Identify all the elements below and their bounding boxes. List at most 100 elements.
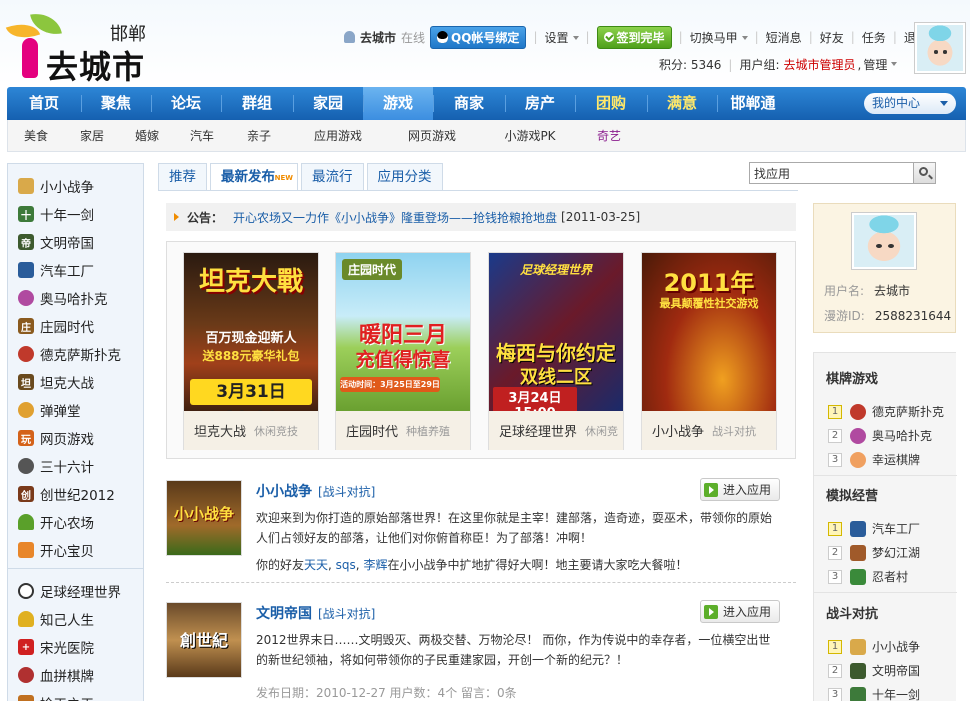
sidebar-item[interactable]: 开心农场 xyxy=(8,508,143,536)
nav-item-home[interactable]: 首页 xyxy=(7,87,81,120)
manage-menu[interactable]: 管理 xyxy=(863,56,898,73)
manor-icon: 庄 xyxy=(18,318,34,334)
messages-link[interactable]: 短消息 xyxy=(766,29,802,46)
app-thumbnail[interactable]: 小小战争 xyxy=(166,480,242,556)
friend-link[interactable]: 天天 xyxy=(304,558,328,572)
checked-in-button[interactable]: 签到完毕 xyxy=(596,25,672,49)
friend-link[interactable]: sqs xyxy=(336,558,356,572)
nav-item-groups[interactable]: 群组 xyxy=(221,87,293,120)
friends-link[interactable]: 好友 xyxy=(820,29,844,46)
sidebar-item[interactable]: 弹弹堂 xyxy=(8,396,143,424)
sidebar-item[interactable]: 三十六计 xyxy=(8,452,143,480)
score-bar: 积分: 5346 | 用户组: 去城市管理员 , 管理 xyxy=(659,56,898,73)
sidebar-item[interactable]: 足球经理世界 xyxy=(8,577,143,605)
nav-item-handantong[interactable]: 邯郸通 xyxy=(717,87,789,120)
sidebar-item[interactable]: 庄庄园时代 xyxy=(8,312,143,340)
nav-item-focus[interactable]: 聚焦 xyxy=(81,87,151,120)
tasks-link[interactable]: 任务 xyxy=(862,29,886,46)
web-game-icon: 玩 xyxy=(18,430,34,446)
subnav-item-web-games[interactable]: 网页游戏 xyxy=(388,127,476,144)
announcement-link[interactable]: 开心农场又一力作《小小战争》隆重登场——抢钱抢粮抢地盘 xyxy=(233,209,557,226)
subnav-item-qiyi[interactable]: 奇艺 xyxy=(584,127,634,144)
rank-item[interactable]: 1 汽车工厂 xyxy=(828,520,920,537)
featured-card-football[interactable]: 足球经理世界 梅西与你约定 双线二区 3月24日 15:00 足球经理世界休闲竞 xyxy=(488,252,624,450)
rank-item[interactable]: 3 十年一剑 xyxy=(828,686,920,701)
sidebar-item[interactable]: 捡王之王 xyxy=(8,689,143,701)
search-button[interactable] xyxy=(913,162,936,184)
switch-vest-menu[interactable]: 切换马甲 xyxy=(690,29,748,46)
sidebar-item[interactable]: 德克萨斯扑克 xyxy=(8,340,143,368)
friend-link[interactable]: 李辉 xyxy=(363,558,387,572)
sidebar-item[interactable]: 汽车工厂 xyxy=(8,256,143,284)
sidebar-item[interactable]: 小小战争 xyxy=(8,172,143,200)
username-link[interactable]: 去城市 xyxy=(360,29,396,46)
my-center-dropdown[interactable]: 我的中心 xyxy=(864,93,956,114)
subnav-item-mini-games[interactable]: 小游戏PK xyxy=(476,127,584,144)
sidebar-item[interactable]: 血拼棋牌 xyxy=(8,661,143,689)
page-root: 邯郸 去城市 去城市 在线 QQ帐号绑定 | 设置 | 签到完毕 | 切换马甲 … xyxy=(0,0,970,701)
featured-card-tank[interactable]: 坦克大戰 百万现金迎新人 送888元豪华礼包 3月31日10:00 坦克大战休闲… xyxy=(183,252,319,450)
baby-avatar-image xyxy=(854,215,914,267)
avatar[interactable] xyxy=(914,22,966,74)
nav-item-forum[interactable]: 论坛 xyxy=(151,87,221,120)
sidebar-item[interactable]: 奥马哈扑克 xyxy=(8,284,143,312)
subnav-item-app-games[interactable]: 应用游戏 xyxy=(288,127,388,144)
subnav-item-parenting[interactable]: 亲子 xyxy=(230,127,288,144)
app-thumbnail[interactable]: 創世紀 xyxy=(166,602,242,678)
my-center-label: 我的中心 xyxy=(872,96,921,110)
points-link[interactable]: 积分: 5346 xyxy=(659,56,721,73)
sidebar-item[interactable]: 帝文明帝国 xyxy=(8,228,143,256)
site-logo[interactable]: 邯郸 去城市 xyxy=(5,8,156,86)
nav-item-satisfied[interactable]: 满意 xyxy=(647,87,717,120)
user-group-link[interactable]: 去城市管理员 xyxy=(784,56,856,73)
sidebar-item[interactable]: + 宋光医院 xyxy=(8,633,143,661)
sidebar-item[interactable]: 知己人生 xyxy=(8,605,143,633)
featured-card-manor[interactable]: 庄园时代 暖阳三月 充值得惊喜 活动时间：3月25日至29日 庄园时代 种植养殖 xyxy=(335,252,471,450)
tab-latest[interactable]: 最新发布 NEW xyxy=(210,163,298,191)
game-icon xyxy=(850,638,866,655)
sidebar-item[interactable]: 创创世纪2012 xyxy=(8,480,143,508)
settings-label: 设置 xyxy=(544,30,569,45)
sidebar-group-apps: 小小战争 十十年一剑 帝文明帝国 汽车工厂 奥马哈扑克 庄庄园时代 德克萨斯扑克… xyxy=(8,164,143,564)
sidebar-item[interactable]: 玩网页游戏 xyxy=(8,424,143,452)
sidebar-item[interactable]: 开心宝贝 xyxy=(8,536,143,564)
tab-categories[interactable]: 应用分类 xyxy=(366,163,443,191)
subnav-item-home[interactable]: 家居 xyxy=(64,127,120,144)
enter-app-button[interactable]: 进入应用 xyxy=(699,478,780,501)
left-sidebar: 小小战争 十十年一剑 帝文明帝国 汽车工厂 奥马哈扑克 庄庄园时代 德克萨斯扑克… xyxy=(7,163,144,701)
rank-item[interactable]: 2 文明帝国 xyxy=(828,662,920,679)
rank-item[interactable]: 2 梦幻江湖 xyxy=(828,544,920,561)
nav-item-merchants[interactable]: 商家 xyxy=(433,87,505,120)
user-group-label: 用户组: xyxy=(739,58,780,72)
nav-item-home-space[interactable]: 家园 xyxy=(293,87,363,120)
user-bar: 去城市 在线 QQ帐号绑定 | 设置 | 签到完毕 | 切换马甲 | 短消息 |… xyxy=(344,25,928,49)
sidebar-item[interactable]: 十十年一剑 xyxy=(8,200,143,228)
subnav-item-car[interactable]: 汽车 xyxy=(174,127,230,144)
card-game-icon xyxy=(18,667,34,683)
featured-card-little-war[interactable]: 2011年 最具颠覆性社交游戏 小小战争 战斗对抗 xyxy=(641,252,777,450)
rank-item[interactable]: 2 奥马哈扑克 xyxy=(828,427,932,444)
nav-item-groupbuy[interactable]: 团购 xyxy=(575,87,647,120)
tab-popular[interactable]: 最流行 xyxy=(301,163,364,191)
subnav-item-wedding[interactable]: 婚嫁 xyxy=(120,127,174,144)
qq-bind-label: QQ帐号绑定 xyxy=(451,30,520,45)
enter-app-button[interactable]: 进入应用 xyxy=(699,600,780,623)
qq-bind-button[interactable]: QQ帐号绑定 xyxy=(430,25,527,49)
app-search-input[interactable] xyxy=(749,162,915,184)
subnav-item-food[interactable]: 美食 xyxy=(8,127,64,144)
logo-site-name: 去城市 xyxy=(46,48,146,86)
rank-item[interactable]: 1 德克萨斯扑克 xyxy=(828,403,944,420)
search-icon xyxy=(919,167,928,176)
nav-item-games[interactable]: 游戏 xyxy=(363,87,433,120)
poster-image: 坦克大戰 百万现金迎新人 送888元豪华礼包 3月31日10:00 xyxy=(184,253,318,411)
avatar[interactable] xyxy=(851,212,917,270)
nav-item-realestate[interactable]: 房产 xyxy=(505,87,575,120)
sidebar-item[interactable]: 坦坦克大战 xyxy=(8,368,143,396)
app-title-link[interactable]: 文明帝国 [战斗对抗] xyxy=(256,603,375,623)
rank-item[interactable]: 1 小小战争 xyxy=(828,638,920,655)
settings-menu[interactable]: 设置 xyxy=(544,29,579,46)
app-title-link[interactable]: 小小战争 [战斗对抗] xyxy=(256,481,375,501)
tab-recommended[interactable]: 推荐 xyxy=(158,163,207,191)
rank-item[interactable]: 3 忍者村 xyxy=(828,568,908,585)
rank-item[interactable]: 3 幸运棋牌 xyxy=(828,451,920,468)
